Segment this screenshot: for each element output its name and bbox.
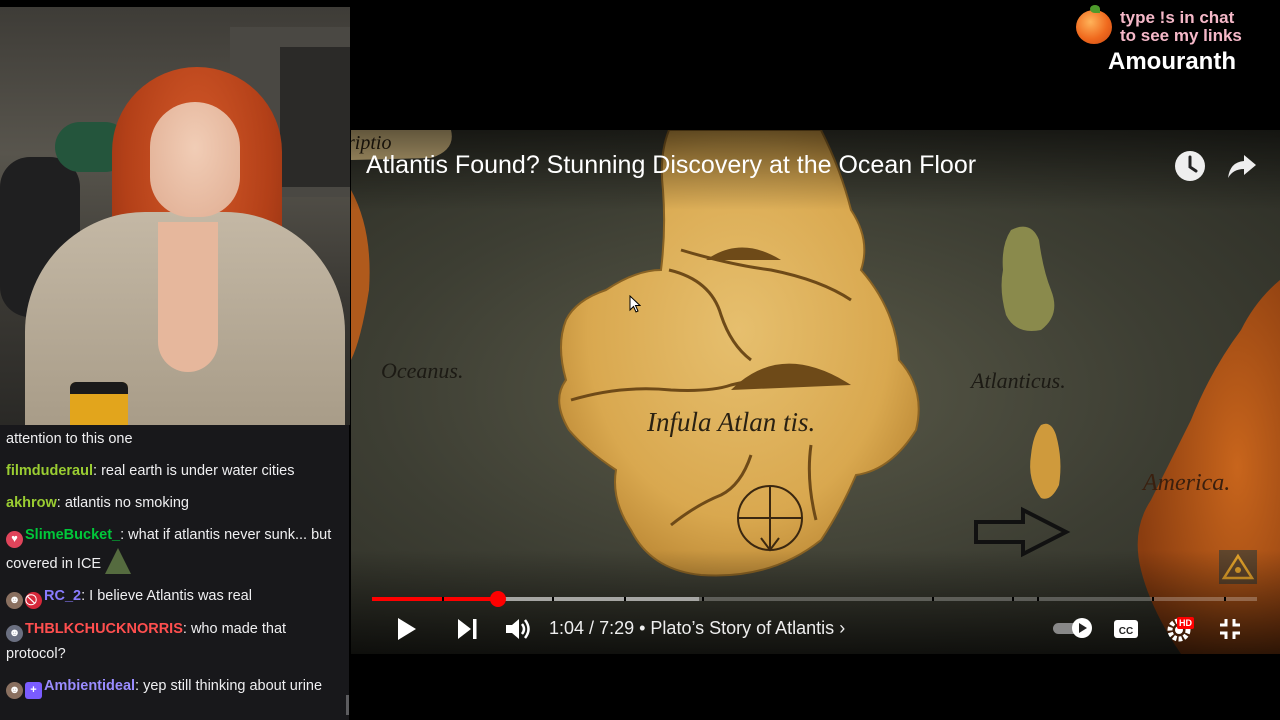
progress-scrubber-handle[interactable] [489, 591, 506, 607]
chapter-marker [932, 597, 934, 601]
no-symbol-badge-icon[interactable]: ⃠ [25, 592, 42, 609]
prime-badge-icon[interactable]: + [25, 682, 42, 699]
avatar-badge-icon[interactable]: ☻ [6, 625, 23, 642]
streamer-chest [158, 222, 218, 372]
chat-message-text: : yep still thinking about urine [135, 678, 323, 694]
webcam-background-rack [280, 47, 350, 187]
chapter-marker [702, 597, 704, 601]
chapter-marker [442, 597, 444, 601]
chapter-marker [624, 597, 626, 601]
chat-message: filmduderaul: real earth is under water … [6, 459, 343, 483]
volume-icon[interactable] [503, 614, 533, 644]
map-label-insula: Infula Atlan tis. [647, 407, 816, 437]
chat-username[interactable]: SlimeBucket_ [25, 527, 120, 543]
map-label-america: America. [1143, 470, 1231, 496]
stream-overlay: type !s in chat to see my links Amourant… [1076, 5, 1276, 75]
chapter-marker [552, 597, 554, 601]
svg-text:CC: CC [1119, 626, 1133, 637]
time-total: 7:29 [599, 618, 635, 638]
chat-message: ☻ THBLKCHUCKNORRIS: who made that protoco… [6, 617, 343, 666]
chapter-marker [1152, 597, 1154, 601]
chat-username[interactable]: RC_2 [44, 588, 81, 604]
chat-username[interactable]: filmduderaul [6, 463, 93, 479]
chat-message-text: attention to this one [6, 431, 133, 447]
chat-username[interactable]: akhrow [6, 495, 57, 511]
chat-username[interactable]: THBLKCHUCKNORRIS [25, 621, 183, 637]
overlay-text-line2: to see my links [1120, 26, 1242, 45]
webcam-feed [0, 7, 350, 425]
energy-drink-can [70, 382, 128, 425]
autoplay-toggle[interactable] [1051, 617, 1095, 639]
chat-message-text: : I believe Atlantis was real [81, 588, 252, 604]
chapter-marker [1224, 597, 1226, 601]
avatar-badge-icon[interactable]: ☻ [6, 682, 23, 699]
illuminati-emote-icon [105, 548, 132, 574]
chat-message-text: : atlantis no smoking [56, 495, 189, 511]
chapter-marker [1012, 597, 1014, 601]
heart-badge-icon[interactable]: ♥ [6, 531, 23, 548]
streamer-name: Amouranth [1108, 48, 1236, 75]
avatar-badge-icon[interactable]: ☻ [6, 592, 23, 609]
chat-message: ☻⃠RC_2: I believe Atlantis was real [6, 584, 343, 609]
share-arrow-icon[interactable] [1225, 149, 1259, 183]
time-current: 1:04 [549, 618, 585, 638]
streamer-face [150, 102, 240, 217]
exit-fullscreen-icon[interactable] [1217, 614, 1243, 644]
chapter-title[interactable]: Plato’s Story of Atlantis [650, 618, 834, 638]
chat-panel[interactable]: attention to this one filmduderaul: real… [0, 425, 349, 720]
progress-played [372, 597, 498, 601]
chat-message: ☻ + Ambientideal: yep still thinking about… [6, 674, 343, 699]
peach-icon [1076, 5, 1112, 44]
watch-later-clock-icon[interactable] [1173, 149, 1207, 183]
map-label-atlanticus: Atlanticus. [971, 368, 1066, 393]
chat-scrollbar[interactable] [346, 695, 349, 715]
progress-bar[interactable] [372, 591, 1257, 607]
chat-message: ♥ SlimeBucket_: what if atlantis never su… [6, 523, 343, 576]
overlay-text-line1: type !s in chat [1120, 8, 1235, 27]
video-title[interactable]: Atlantis Found? Stunning Discovery at th… [366, 150, 976, 180]
chat-message-text: : real earth is under water cities [93, 463, 295, 479]
next-video-icon[interactable] [455, 614, 479, 644]
map-label-oceanus: Oceanus. [381, 358, 464, 383]
chat-message: akhrow: atlantis no smoking [6, 491, 343, 515]
captions-icon[interactable]: CC [1113, 614, 1139, 644]
hd-quality-badge: HD [1177, 617, 1194, 629]
video-player[interactable]: riptio Oceanus. Infula Atlan tis. Atlant… [351, 130, 1280, 654]
play-icon[interactable] [395, 614, 419, 644]
time-display[interactable]: 1:04 / 7:29 • Plato’s Story of Atlantis … [549, 616, 845, 640]
chapter-marker [1037, 597, 1039, 601]
chat-username[interactable]: Ambientideal [44, 678, 135, 694]
chat-message: attention to this one [6, 427, 343, 451]
mouse-cursor-icon [629, 295, 641, 313]
